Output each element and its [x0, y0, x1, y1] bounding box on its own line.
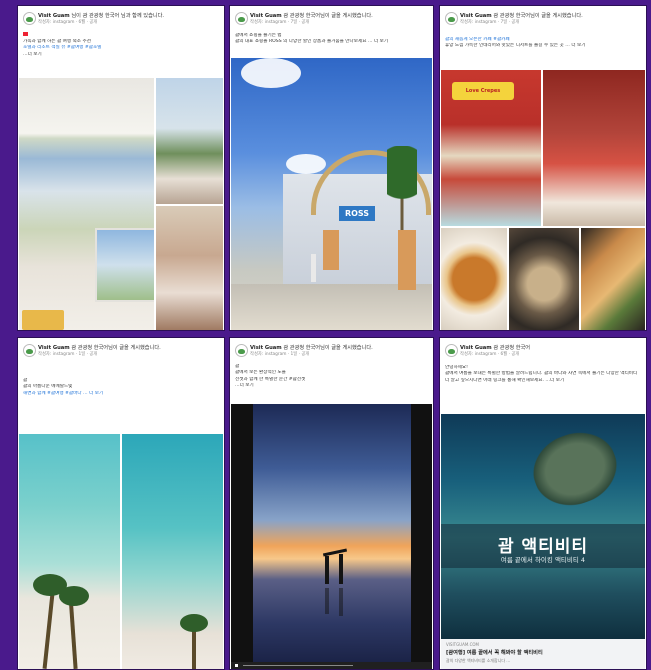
page-avatar[interactable] — [235, 12, 248, 25]
post-text: 가족과 함께 하는 괌 여행 숙소 추천 호텔과 리조트 객실 뷰 #괌여행 #… — [23, 32, 219, 58]
post-meta: 작성자: instagram · 7일 · 공개 — [460, 20, 520, 25]
post-meta: 작성자: instagram · 6월 · 공개 — [38, 20, 98, 25]
post-author[interactable]: Visit Guam 괌 관광청 한국어 — [460, 344, 642, 351]
video-letterbox — [411, 404, 432, 662]
post-header: Visit Guam 님이 괌 관광청 한국어 님과 함께 있습니다. 작성자:… — [23, 11, 220, 29]
link-title: [괌여행] 여름 끝에서 꼭 해봐야 할 액티비티 — [446, 650, 543, 656]
post-author[interactable]: Visit Guam 님이 괌 관광청 한국어 님과 함께 있습니다. — [38, 12, 220, 19]
post-meta: 작성자: instagram · 1일 · 공개 — [250, 352, 310, 357]
post-photo[interactable] — [19, 78, 154, 330]
post-header: Visit Guam 괌 관광청 한국어님이 글을 게시했습니다. 작성자: i… — [445, 11, 642, 29]
play-icon[interactable] — [235, 664, 238, 667]
post-photo[interactable] — [543, 70, 645, 226]
link-description: 괌의 다양한 액티비티를 소개합니다 … — [446, 658, 511, 663]
post-author[interactable]: Visit Guam 괌 관광청 한국어님이 글을 게시했습니다. — [250, 344, 429, 351]
post-text: 괌의 새롭게 오픈한 카페 #괌카페 휴양 느낌 가득한 인테리어와 맛있는 디… — [445, 37, 641, 50]
post-card[interactable]: Visit Guam 괌 관광청 한국어님이 글을 게시했습니다. 작성자: i… — [229, 337, 434, 670]
see-more-link[interactable]: 더 알고 싶으시다면 아래 링크를 통해 확인해보세요. …더 보기 — [445, 378, 641, 384]
post-photo[interactable] — [122, 434, 223, 669]
page-avatar[interactable] — [235, 344, 248, 357]
post-header: Visit Guam 괌 관광청 한국어님이 글을 게시했습니다. 작성자: i… — [23, 343, 220, 361]
flag-icon — [23, 32, 219, 39]
post-line: 해변과 함께 #괌여행 #괌바다 … 더 보기 — [23, 390, 104, 396]
post-photo[interactable] — [156, 206, 223, 330]
post-header: Visit Guam 괌 관광청 한국어님이 글을 게시했습니다. 작성자: i… — [235, 11, 429, 29]
post-text: 괌에서 쇼핑을 즐기는 법 괌의 대표 쇼핑몰 ROSS 의 다양한 할인 상품… — [235, 33, 428, 46]
post-author[interactable]: Visit Guam 괌 관광청 한국어님이 글을 게시했습니다. — [38, 344, 220, 351]
post-card[interactable]: Visit Guam 님이 괌 관광청 한국어 님과 함께 있습니다. 작성자:… — [17, 5, 225, 331]
page-avatar[interactable] — [445, 344, 458, 357]
link-preview[interactable]: VISITGUAM.COM [괌여행] 여름 끝에서 꼭 해봐야 할 액티비티 … — [441, 639, 645, 669]
post-header: Visit Guam 괌 관광청 한국어님이 글을 게시했습니다. 작성자: i… — [235, 343, 429, 361]
post-text: 안녕하세요! 괌에서 여름을 보내는 특별한 방법을 알려드립니다. 괌의 바다… — [445, 365, 641, 384]
store-sign: ROSS — [339, 206, 375, 221]
post-photo[interactable]: Love Crepes — [441, 70, 541, 226]
overlay-subtitle: 여름 끝에서 하이킹 액티비티 4 — [500, 556, 586, 564]
post-author[interactable]: Visit Guam 괌 관광청 한국어님이 글을 게시했습니다. — [250, 12, 429, 19]
post-card[interactable]: Visit Guam 괌 관광청 한국어님이 글을 게시했습니다. 작성자: i… — [229, 5, 434, 331]
post-photo[interactable] — [581, 228, 645, 330]
see-more-link[interactable]: …더 보기 — [23, 52, 219, 58]
post-author[interactable]: Visit Guam 괌 관광청 한국어님이 글을 게시했습니다. — [460, 12, 642, 19]
post-meta: 작성자: instagram · 6월 · 공개 — [460, 352, 520, 357]
page-avatar[interactable] — [23, 12, 36, 25]
see-more-link[interactable]: …더 보기 — [235, 383, 428, 389]
post-card[interactable]: Visit Guam 괌 관광청 한국어님이 글을 게시했습니다. 작성자: i… — [17, 337, 225, 670]
post-photo[interactable]: 괌 액티비티 여름 끝에서 하이킹 액티비티 4 — [441, 414, 645, 639]
post-text: 괌 괌에서 보는 환상적인 노을 선셋과 함께 한 특별한 순간 #괌선셋 …더… — [235, 364, 428, 390]
post-video[interactable] — [253, 404, 411, 662]
page-avatar[interactable] — [23, 344, 36, 357]
post-card[interactable]: Visit Guam 괌 관광청 한국어님이 글을 게시했습니다. 작성자: i… — [439, 5, 647, 331]
post-photo[interactable] — [19, 434, 120, 669]
post-grid: Visit Guam 님이 괌 관광청 한국어 님과 함께 있습니다. 작성자:… — [0, 0, 651, 670]
link-source: VISITGUAM.COM — [446, 642, 479, 647]
post-line: 휴양 느낌 가득한 인테리어와 맛있는 디저트를 즐길 수 있는 곳 … 더 보… — [445, 43, 586, 49]
post-header: Visit Guam 괌 관광청 한국어 작성자: instagram · 6월… — [445, 343, 642, 361]
cafe-sign: Love Crepes — [452, 82, 514, 100]
video-progress-bar[interactable] — [243, 665, 353, 666]
video-letterbox — [231, 404, 253, 662]
post-line: 괌에서 여름을 보내는 특별한 방법을 알려드립니다. 괌의 바다와 자연 속에… — [445, 371, 638, 377]
post-card[interactable]: Visit Guam 괌 관광청 한국어 작성자: instagram · 6월… — [439, 337, 647, 670]
post-meta: 작성자: instagram · 7일 · 공개 — [250, 20, 310, 25]
post-photo[interactable] — [156, 78, 223, 204]
post-line: 괌의 대표 쇼핑몰 ROSS 의 다양한 할인 상품과 즐거움을 만나보세요 …… — [235, 39, 389, 45]
post-meta: 작성자: instagram · 1일 · 공개 — [38, 352, 98, 357]
post-photo[interactable] — [441, 228, 507, 330]
post-photo[interactable]: ROSS — [231, 58, 432, 330]
post-photo[interactable] — [509, 228, 579, 330]
post-text: 괌 괌의 아름다운 에메랄드빛 해변과 함께 #괌여행 #괌바다 … 더 보기 — [23, 378, 219, 397]
page-avatar[interactable] — [445, 12, 458, 25]
